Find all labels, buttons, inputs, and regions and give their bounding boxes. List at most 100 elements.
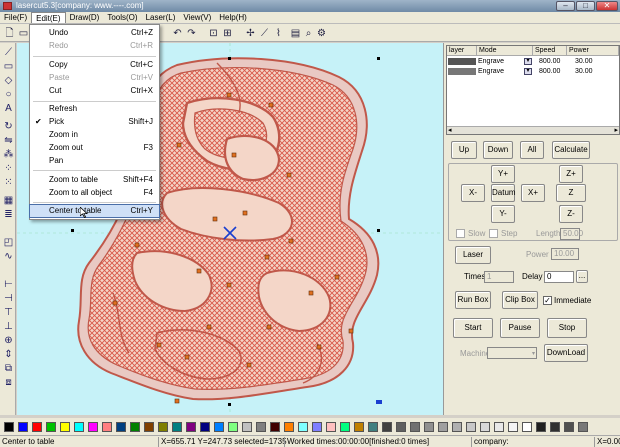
palette-swatch[interactable] [438,422,448,432]
menu-file[interactable]: File(F) [0,12,31,23]
palette-swatch[interactable] [424,422,434,432]
palette-swatch[interactable] [578,422,588,432]
palette-swatch[interactable] [354,422,364,432]
menu-item-pick[interactable]: ✔ Pick Shift+J [30,116,159,128]
palette-swatch[interactable] [298,422,308,432]
length-input[interactable]: 50.00 [560,228,583,240]
download-button[interactable]: DownLoad [544,344,588,362]
speed-column-header[interactable]: Speed [533,46,567,56]
array-icon[interactable]: ⁂ [3,149,14,160]
palette-swatch[interactable] [410,422,420,432]
settings-icon[interactable]: ⚙ [316,28,327,39]
menu-item-redo[interactable]: Redo Ctrl+R [30,40,159,52]
slow-checkbox[interactable] [456,229,465,238]
layer-column-header[interactable]: layer [447,46,477,56]
mode-column-header[interactable]: Mode [477,46,533,56]
mode-dropdown-icon[interactable]: ▾ [524,68,532,75]
wave-icon[interactable]: ∿ [3,251,14,262]
start-button[interactable]: Start [453,318,493,338]
step-checkbox[interactable] [489,229,498,238]
pause-button[interactable]: Pause [500,318,540,338]
palette-swatch[interactable] [508,422,518,432]
menu-help[interactable]: Help(H) [215,12,251,23]
delay-input[interactable]: 0 [544,271,574,283]
palette-swatch[interactable] [564,422,574,432]
palette-swatch[interactable] [228,422,238,432]
align-top-icon[interactable]: ⊤ [3,307,14,318]
menu-tools[interactable]: Tools(O) [103,12,141,23]
palette-swatch[interactable] [452,422,462,432]
x-plus-button[interactable]: X+ [521,184,545,202]
palette-swatch[interactable] [382,422,392,432]
align-center-icon[interactable]: ⊕ [3,335,14,346]
palette-swatch[interactable] [18,422,28,432]
palette-swatch[interactable] [340,422,350,432]
menu-item-zoom-to-all[interactable]: Zoom to all object F4 [30,187,159,199]
menu-item-refresh[interactable]: Refresh [30,103,159,115]
layer-table-scrollbar[interactable]: ◂ ▸ [447,126,619,134]
curve-tool-icon[interactable]: ⌇ [273,28,284,39]
immediate-checkbox[interactable]: ✓ [543,296,552,305]
laser-button[interactable]: Laser [455,246,491,264]
palette-swatch[interactable] [396,422,406,432]
palette-swatch[interactable] [46,422,56,432]
text-tool-icon[interactable]: A [3,103,14,114]
palette-swatch[interactable] [256,422,266,432]
palette-swatch[interactable] [368,422,378,432]
calculate-button[interactable]: Calculate [552,141,590,159]
palette-swatch[interactable] [522,422,532,432]
menu-item-pan[interactable]: Pan [30,155,159,167]
rotate-icon[interactable]: ↻ [3,121,14,132]
node-edit-icon[interactable]: ✢ [245,28,256,39]
group-icon[interactable]: ⊞ [222,28,233,39]
palette-swatch[interactable] [284,422,294,432]
palette-swatch[interactable] [74,422,84,432]
offset-icon[interactable]: ◰ [3,237,14,248]
palette-swatch[interactable] [480,422,490,432]
layer-all-button[interactable]: All [520,141,544,159]
line-tool-icon[interactable]: ⟋ [259,28,270,39]
x-minus-button[interactable]: X- [461,184,485,202]
menu-laser[interactable]: Laser(L) [142,12,180,23]
mode-dropdown-icon[interactable]: ▾ [524,58,532,65]
y-plus-button[interactable]: Y+ [491,165,515,183]
palette-swatch[interactable] [536,422,546,432]
machine-select[interactable]: ▾ [487,347,537,359]
palette-swatch[interactable] [144,422,154,432]
palette-swatch[interactable] [312,422,322,432]
layer-row[interactable]: Engrave ▾ 800.00 30.00 [447,57,619,66]
layer-up-button[interactable]: Up [451,141,477,159]
menu-item-paste[interactable]: Paste Ctrl+V [30,72,159,84]
power-input[interactable]: 10.00 [551,248,579,260]
palette-swatch[interactable] [550,422,560,432]
palette-swatch[interactable] [466,422,476,432]
redo-icon[interactable]: ↷ [186,28,197,39]
palette-swatch[interactable] [186,422,196,432]
polyline-icon[interactable]: ◇ [3,75,14,86]
search-icon[interactable]: ⌕ [303,28,314,39]
palette-swatch[interactable] [102,422,112,432]
align-left-icon[interactable]: ⊢ [3,279,14,290]
palette-swatch[interactable] [4,422,14,432]
node-icon[interactable]: ⁙ [3,177,14,188]
power-column-header[interactable]: Power [567,46,619,56]
palette-swatch[interactable] [494,422,504,432]
menu-item-zoom-out[interactable]: Zoom out F3 [30,142,159,154]
distribute-icon[interactable]: ⇕ [3,349,14,360]
menu-item-center-to-table[interactable]: Center to table Ctrl+Y [29,204,160,218]
layer-row[interactable]: Engrave ▾ 800.00 30.00 [447,67,619,76]
palette-swatch[interactable] [214,422,224,432]
menu-draw[interactable]: Draw(D) [66,12,104,23]
line-draw-icon[interactable]: ⟋ [3,47,14,58]
select-box-icon[interactable]: ⊡ [208,28,219,39]
mirror-icon[interactable]: ⇋ [3,135,14,146]
scroll-right-icon[interactable]: ▸ [614,127,618,134]
chevron-down-icon[interactable]: ▾ [532,349,535,359]
ellipse-icon[interactable]: ○ [3,89,14,100]
maximize-button[interactable]: □ [576,1,595,11]
z-datum-button[interactable]: Z Datum [556,184,586,213]
layer-down-button[interactable]: Down [483,141,513,159]
datum-button[interactable]: Datum [491,184,516,202]
layers-icon[interactable]: ≣ [3,209,14,220]
scroll-left-icon[interactable]: ◂ [448,127,452,134]
